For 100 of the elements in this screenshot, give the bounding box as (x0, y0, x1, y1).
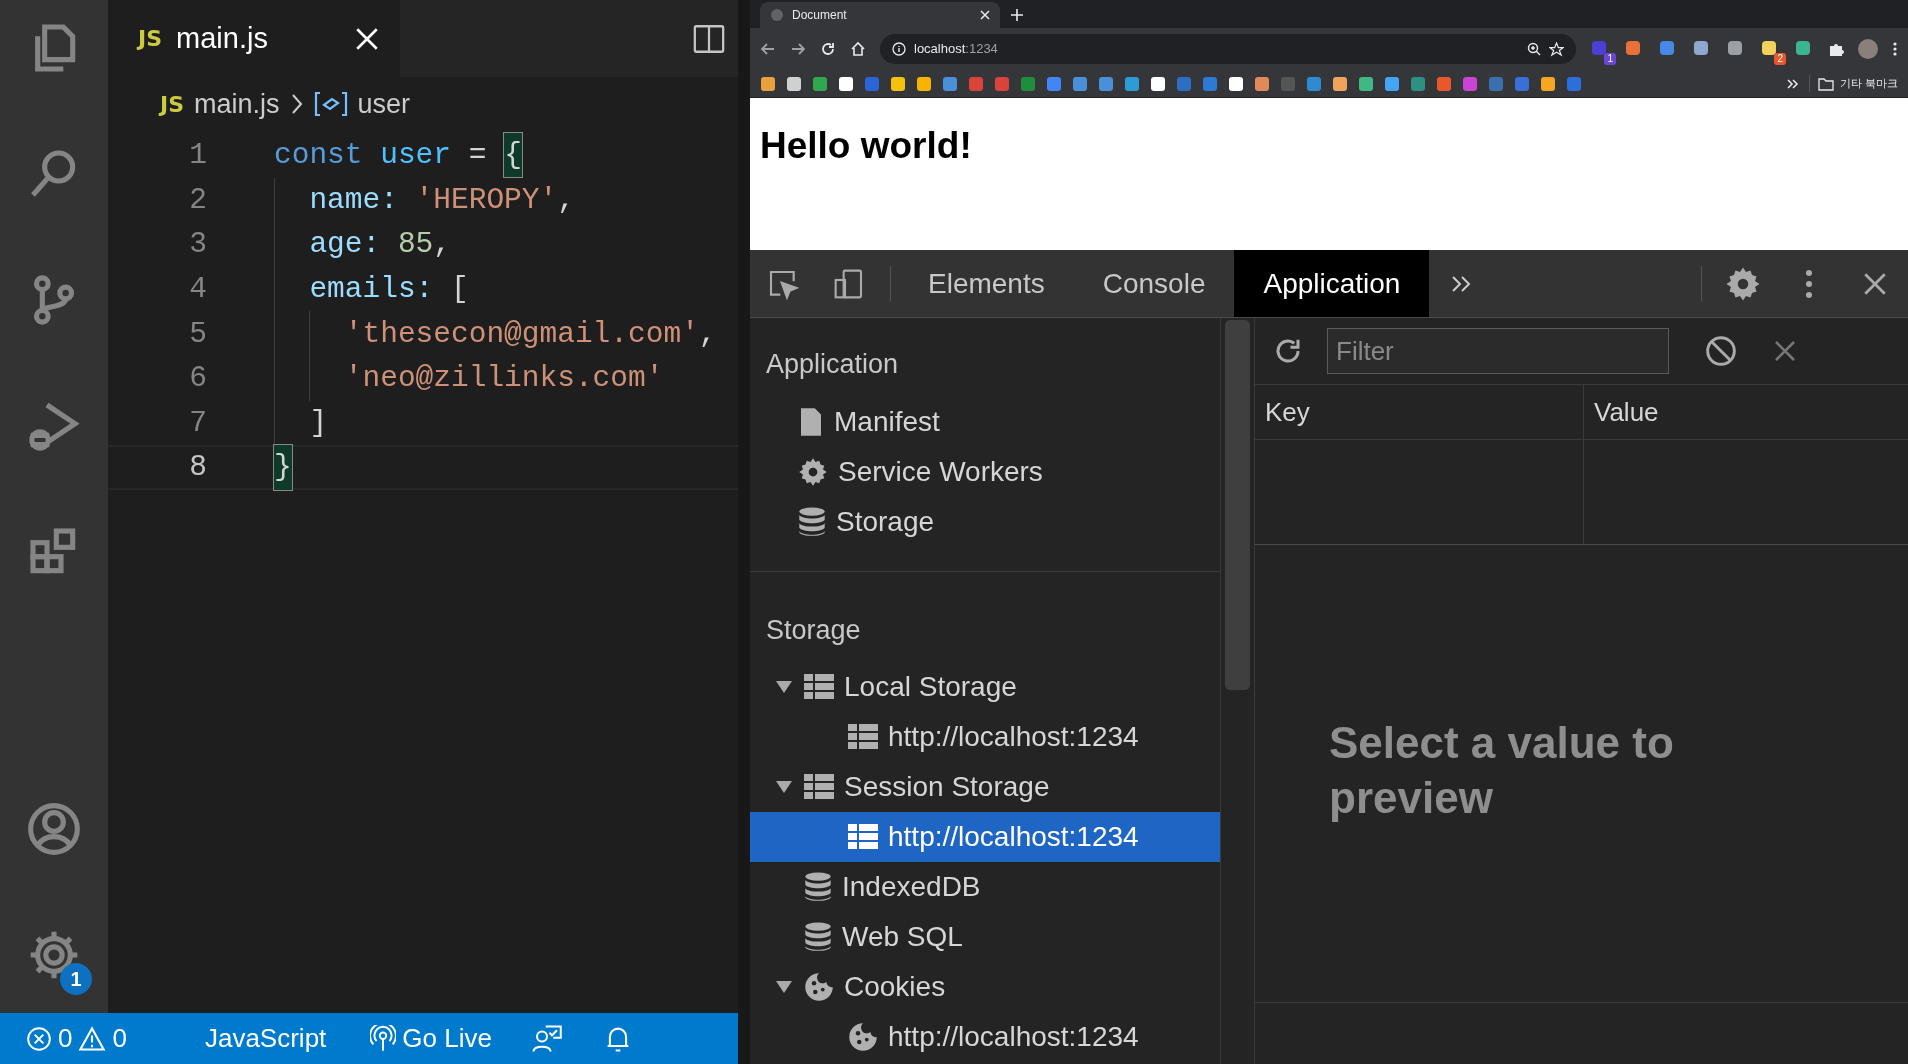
table-icon (804, 674, 834, 700)
home-icon[interactable] (850, 41, 866, 57)
line-number: 7 (188, 404, 207, 442)
column-header: Key (1255, 385, 1583, 440)
code-punctuation: , (557, 181, 575, 219)
sidebar-item[interactable]: Storage (750, 496, 1220, 547)
scrollbar-thumb[interactable] (1225, 320, 1250, 690)
device-toolbar-icon[interactable] (833, 267, 865, 300)
extension-icon[interactable] (1624, 39, 1642, 57)
clear-all-icon[interactable] (1705, 335, 1737, 367)
back-icon[interactable] (760, 41, 776, 57)
language-mode[interactable]: JavaScript (204, 1019, 327, 1058)
problems-indicator[interactable]: 0 0 (26, 1019, 127, 1058)
folder-icon (1817, 76, 1834, 91)
devtools-tab[interactable]: Elements (899, 250, 1074, 317)
reload-icon[interactable] (820, 41, 836, 57)
code-punctuation: [ (451, 270, 469, 308)
expanded-arrow-icon[interactable] (775, 680, 793, 694)
code-number: 85 (397, 226, 434, 264)
variable-icon (313, 91, 348, 117)
bookmark-folder[interactable]: 기타 북마크 (1808, 75, 1898, 92)
extension-icon[interactable] (1760, 39, 1778, 57)
sidebar-item[interactable]: Cookies (750, 962, 1220, 1012)
url-text: localhost:1234 (914, 40, 998, 59)
sidebar-item[interactable]: Service Workers (750, 446, 1220, 497)
extension-icon[interactable] (1794, 39, 1812, 57)
bookmark-icon[interactable] (1332, 75, 1348, 92)
extension-badge: 2 (1774, 53, 1786, 65)
section-header: Application (765, 348, 900, 381)
code-punctuation: ] (309, 404, 328, 442)
devtools-tab[interactable]: Console (1073, 250, 1235, 317)
address-bar[interactable]: localhost:1234 (880, 34, 1576, 64)
info-icon (892, 42, 906, 56)
sidebar-item[interactable]: IndexedDB (750, 862, 1220, 912)
bookmark-icon[interactable] (1150, 75, 1166, 92)
file-icon (798, 406, 824, 437)
settings-icon[interactable] (1725, 265, 1761, 302)
js-file-icon: JS (138, 22, 163, 55)
editor-tab[interactable]: JS main.js (108, 0, 400, 77)
bookmark-icon[interactable] (890, 75, 906, 92)
feedback-icon[interactable] (531, 1023, 562, 1054)
filter-field[interactable]: Filter (1327, 328, 1669, 374)
sidebar-item[interactable]: http://localhost:1234 (750, 1012, 1220, 1062)
chevron-icon (289, 92, 304, 116)
close-icon[interactable] (980, 10, 990, 20)
line-number: 2 (188, 181, 207, 219)
expanded-arrow-icon[interactable] (775, 780, 793, 794)
preview-message: Select a value to preview (1329, 717, 1675, 824)
bookmark-icon[interactable] (838, 75, 854, 92)
zoom-icon[interactable] (1527, 42, 1541, 56)
sidebar-item[interactable]: http://localhost:1234 (750, 712, 1220, 762)
browser-tab[interactable]: Document (760, 2, 1000, 28)
sidebar-item[interactable]: Local Storage (750, 662, 1220, 712)
profile-avatar[interactable] (1858, 39, 1878, 59)
forward-icon[interactable] (790, 41, 806, 57)
extension-icon[interactable] (1692, 39, 1710, 57)
table-icon (804, 774, 834, 800)
bookmark-icon[interactable] (1228, 75, 1244, 92)
sidebar-item[interactable]: Manifest (750, 396, 1220, 447)
new-tab-icon[interactable] (1010, 8, 1024, 22)
delete-icon[interactable] (1773, 339, 1797, 363)
sidebar-item[interactable]: Web SQL (750, 912, 1220, 962)
warning-icon (78, 1025, 107, 1052)
bookmark-icon[interactable] (1358, 75, 1374, 92)
code-punctuation: = (468, 137, 488, 175)
sidebar-item[interactable]: http://localhost:1234 (750, 812, 1220, 862)
bookmark-icon[interactable] (760, 75, 776, 92)
breadcrumb-item[interactable]: user (357, 83, 411, 125)
database-icon (804, 872, 832, 902)
database-icon (804, 922, 832, 952)
more-options-icon[interactable] (1805, 268, 1813, 299)
breadcrumb-item[interactable]: main.js (194, 83, 280, 125)
gear-icon (798, 456, 828, 487)
go-live-button[interactable]: Go Live (370, 1019, 492, 1058)
code-keyword: const (274, 137, 363, 175)
column-header: Value (1583, 385, 1908, 440)
extension-icon[interactable] (1658, 39, 1676, 57)
bookmark-icon[interactable] (786, 75, 802, 92)
code-property: name: (309, 181, 398, 219)
bookmark-icon[interactable] (916, 75, 932, 92)
expanded-arrow-icon[interactable] (775, 980, 793, 994)
bookmark-icon[interactable] (1540, 75, 1556, 92)
code-string: 'neo@zillinks.com' (344, 360, 664, 398)
devtools-tab[interactable]: Application (1234, 250, 1430, 317)
account-icon[interactable] (26, 801, 82, 857)
puzzle-icon[interactable] (1828, 41, 1844, 57)
line-number: 8 (188, 449, 207, 487)
bookmark-star-icon[interactable] (1549, 41, 1564, 57)
tab-title: Document (792, 7, 848, 24)
extension-icon[interactable] (1726, 39, 1744, 57)
line-number: 6 (188, 360, 207, 398)
matched-bracket: } (274, 445, 292, 490)
line-number: 5 (188, 315, 207, 353)
more-icon[interactable] (1892, 41, 1898, 57)
sidebar-item[interactable]: Session Storage (750, 762, 1220, 812)
section-header: Storage (765, 613, 862, 647)
extension-badge: 1 (1604, 53, 1616, 65)
code-property: emails: (309, 270, 434, 308)
more-bookmarks-icon[interactable] (1786, 77, 1799, 90)
matched-bracket: { (504, 133, 522, 178)
